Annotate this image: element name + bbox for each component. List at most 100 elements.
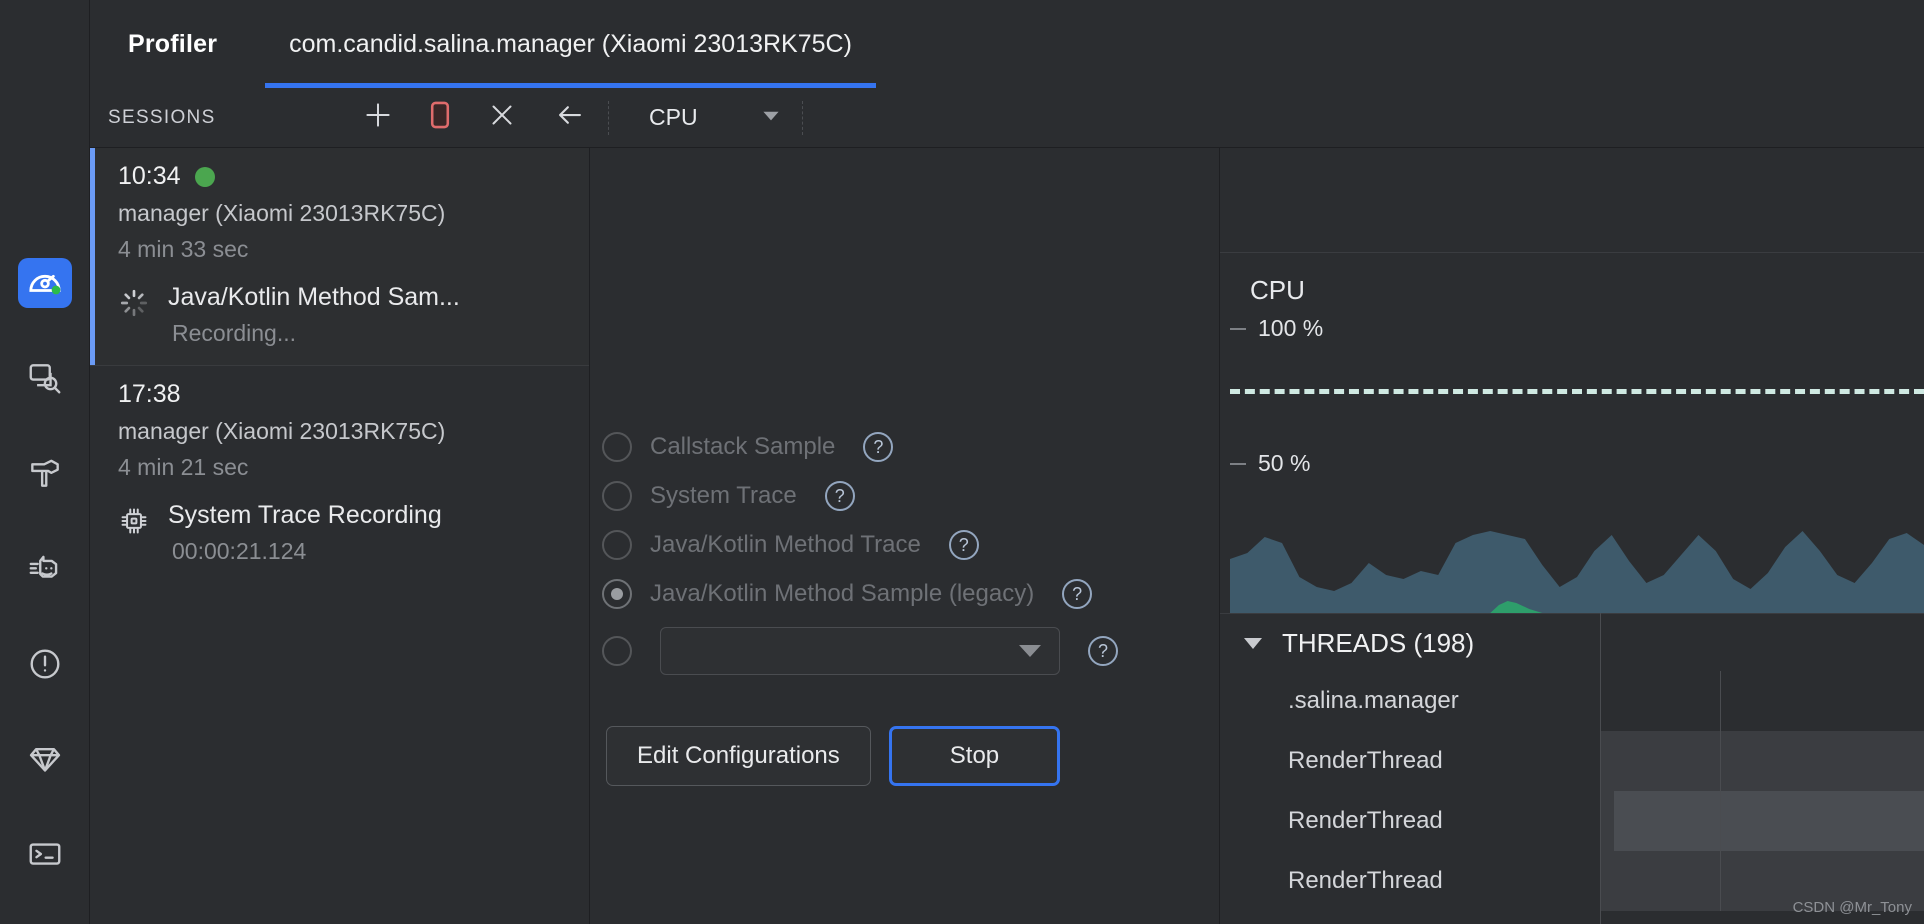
table-row[interactable]: RenderThread	[1220, 791, 1924, 851]
radio-icon[interactable]	[602, 636, 632, 666]
plus-icon	[361, 98, 395, 137]
session-header: 17:38 manager (Xiaomi 23013RK75C) 4 min …	[90, 366, 589, 489]
chevron-down-icon	[1019, 645, 1041, 657]
recording-type-group: Callstack Sample ? System Trace ? Java/K…	[602, 422, 1118, 684]
artifact-title: System Trace Recording	[168, 501, 442, 530]
back-arrow-icon	[553, 98, 587, 137]
sessions-panel: 10:34 manager (Xiaomi 23013RK75C) 4 min …	[90, 148, 590, 924]
spinner-icon	[118, 283, 152, 324]
cpu-usage-chart[interactable]: CPU 100 % 50 %	[1220, 253, 1924, 613]
session-artifact[interactable]: System Trace Recording 00:00:21.124	[90, 489, 589, 583]
session-device: manager (Xiaomi 23013RK75C)	[118, 418, 589, 445]
y-tick-50: 50 %	[1230, 450, 1310, 477]
thread-activity-block	[1614, 791, 1924, 851]
session-entry[interactable]: 17:38 manager (Xiaomi 23013RK75C) 4 min …	[90, 366, 589, 583]
toolbar-divider-2	[802, 101, 803, 135]
rail-item-problems[interactable]	[18, 639, 72, 689]
session-time: 10:34	[118, 162, 181, 191]
stop-recording-button[interactable]	[420, 98, 460, 138]
session-time-row: 17:38	[118, 380, 589, 409]
option-custom-configuration[interactable]: ?	[602, 618, 1118, 684]
session-artifact-text: Java/Kotlin Method Sam... Recording...	[168, 283, 460, 347]
cpu-monitor-panel: CPU 100 % 50 %	[1220, 148, 1924, 924]
profiler-icon	[25, 263, 65, 303]
help-icon[interactable]: ?	[825, 481, 855, 511]
gemini-icon	[26, 740, 64, 778]
edit-configurations-button[interactable]: Edit Configurations	[606, 726, 871, 786]
config-actions: Edit Configurations Stop	[606, 726, 1060, 786]
thread-track[interactable]	[1600, 671, 1924, 731]
track-divider	[1720, 671, 1721, 731]
session-artifact-text: System Trace Recording 00:00:21.124	[168, 501, 442, 565]
close-icon	[485, 98, 519, 137]
close-sessions-button[interactable]	[482, 98, 522, 138]
rail-item-logcat[interactable]	[18, 543, 72, 593]
radio-icon[interactable]	[602, 579, 632, 609]
track-divider	[1720, 851, 1721, 911]
back-button[interactable]	[550, 98, 590, 138]
session-actions	[358, 98, 522, 138]
option-label: Java/Kotlin Method Sample (legacy)	[650, 580, 1034, 608]
radio-icon[interactable]	[602, 481, 632, 511]
thread-name: RenderThread	[1220, 747, 1600, 775]
custom-configuration-select[interactable]	[660, 627, 1060, 675]
session-time: 17:38	[118, 380, 181, 409]
radio-icon[interactable]	[602, 530, 632, 560]
y-tick-100: 100 %	[1230, 315, 1323, 342]
artifact-subtitle: Recording...	[168, 320, 460, 347]
rail-item-profiler[interactable]	[18, 258, 72, 308]
live-indicator-icon	[195, 167, 215, 187]
help-icon[interactable]: ?	[1062, 579, 1092, 609]
session-duration: 4 min 33 sec	[118, 236, 589, 263]
option-java-kotlin-method-trace[interactable]: Java/Kotlin Method Trace ?	[602, 520, 1118, 569]
help-icon[interactable]: ?	[863, 432, 893, 462]
cpu-area-svg	[1230, 493, 1924, 613]
option-callstack-sample[interactable]: Callstack Sample ?	[602, 422, 1118, 471]
thread-track[interactable]	[1600, 791, 1924, 851]
tab-process[interactable]: com.candid.salina.manager (Xiaomi 23013R…	[265, 0, 876, 88]
artifact-subtitle: 00:00:21.124	[168, 538, 442, 565]
option-label: Java/Kotlin Method Trace	[650, 531, 921, 559]
chevron-down-icon	[758, 102, 784, 134]
stop-button[interactable]: Stop	[889, 726, 1060, 786]
rail-item-gemini[interactable]	[18, 734, 72, 784]
monitor-type-select[interactable]: CPU	[627, 102, 784, 134]
toolbar-divider-1	[608, 101, 609, 135]
option-system-trace[interactable]: System Trace ?	[602, 471, 1118, 520]
profiler-window: Profiler com.candid.salina.manager (Xiao…	[0, 0, 1924, 924]
thread-activity-block	[1600, 731, 1924, 791]
rail-item-terminal[interactable]	[18, 829, 72, 879]
option-java-kotlin-method-sample-legacy[interactable]: Java/Kotlin Method Sample (legacy) ?	[602, 569, 1118, 618]
chevron-down-icon	[1244, 638, 1262, 649]
artifact-title: Java/Kotlin Method Sam...	[168, 283, 460, 312]
table-row[interactable]: RenderThread	[1220, 731, 1924, 791]
cpu-threshold-line	[1230, 389, 1924, 394]
cpu-chart-title: CPU	[1250, 275, 1305, 306]
terminal-icon	[26, 835, 64, 873]
watermark: CSDN @Mr_Tony	[1793, 899, 1912, 916]
help-icon[interactable]: ?	[949, 530, 979, 560]
threads-section-header[interactable]: THREADS (198)	[1220, 613, 1924, 671]
rail-item-app-inspection[interactable]	[18, 353, 72, 403]
tick-label: 100 %	[1258, 315, 1323, 342]
session-entry[interactable]: 10:34 manager (Xiaomi 23013RK75C) 4 min …	[90, 148, 589, 365]
new-session-button[interactable]	[358, 98, 398, 138]
track-divider	[1720, 731, 1721, 791]
table-row[interactable]: .salina.manager	[1220, 671, 1924, 731]
main-area: Profiler com.candid.salina.manager (Xiao…	[90, 0, 1924, 924]
monitor-type-value: CPU	[649, 104, 698, 131]
help-icon[interactable]: ?	[1088, 636, 1118, 666]
session-time-row: 10:34	[118, 162, 589, 191]
session-artifact[interactable]: Java/Kotlin Method Sam... Recording...	[90, 271, 589, 365]
tick-mark	[1230, 328, 1246, 330]
cpu-app-series	[1230, 531, 1924, 613]
build-icon	[26, 454, 64, 492]
page-title: Profiler	[90, 30, 265, 59]
profiler-body: 10:34 manager (Xiaomi 23013RK75C) 4 min …	[90, 148, 1924, 924]
tool-rail	[0, 0, 90, 924]
rail-item-build[interactable]	[18, 448, 72, 498]
option-label: System Trace	[650, 482, 797, 510]
thread-name: RenderThread	[1220, 807, 1600, 835]
radio-icon[interactable]	[602, 432, 632, 462]
thread-track[interactable]	[1600, 731, 1924, 791]
